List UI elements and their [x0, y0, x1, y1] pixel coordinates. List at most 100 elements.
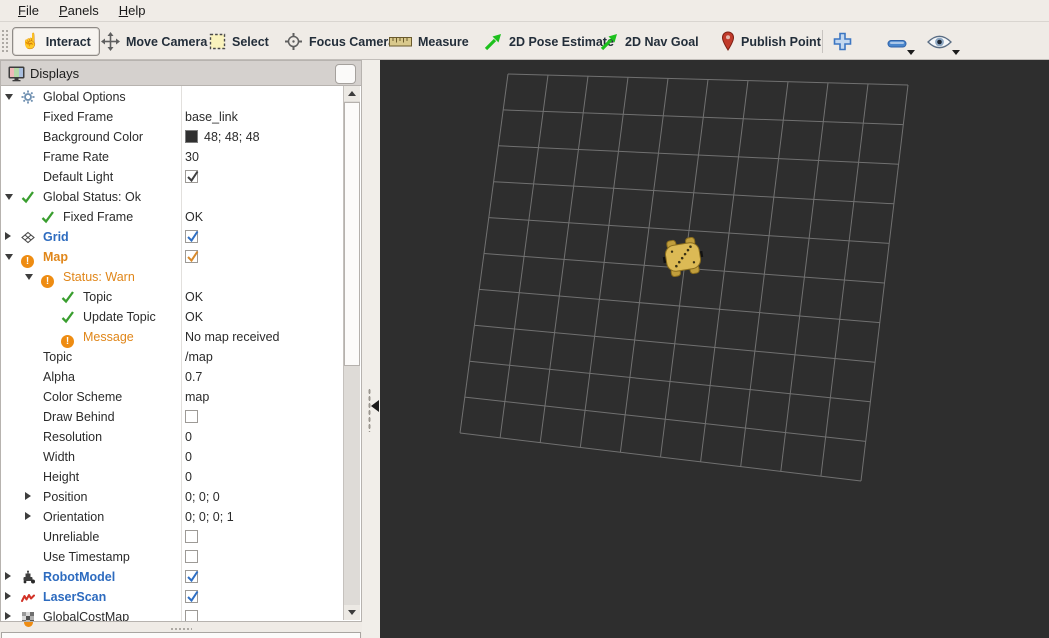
- tree-row-use-timestamp[interactable]: Use Timestamp: [1, 547, 343, 567]
- row-checkbox[interactable]: [185, 250, 199, 263]
- tree-row-background-color[interactable]: Background Color 48; 48; 48: [1, 127, 343, 147]
- tree-row-fixed-frame[interactable]: Fixed Frame OK: [1, 207, 343, 227]
- row-value[interactable]: OK: [185, 287, 203, 307]
- tree-row-status-warn[interactable]: ! Status: Warn: [1, 267, 343, 288]
- color-swatch[interactable]: [185, 130, 198, 143]
- panel-detach-button[interactable]: [335, 64, 356, 84]
- menu-help[interactable]: Help: [109, 1, 156, 21]
- row-checkbox[interactable]: [185, 170, 199, 183]
- tree-row-grid[interactable]: Grid: [1, 227, 343, 247]
- row-value[interactable]: map: [185, 387, 209, 407]
- remove-button[interactable]: [887, 36, 908, 54]
- tree-row-color-scheme[interactable]: Color Scheme map: [1, 387, 343, 407]
- tree-row-alpha[interactable]: Alpha 0.7: [1, 367, 343, 387]
- focus-icon: [284, 32, 303, 51]
- tool-publish-point[interactable]: Publish Point: [712, 27, 830, 56]
- collapse-expander[interactable]: [5, 94, 13, 100]
- scroll-up-button[interactable]: [344, 86, 360, 101]
- row-value[interactable]: 48; 48; 48: [204, 127, 260, 147]
- main-area: Displays Global Options Fixed Frame base_l…: [0, 60, 1049, 638]
- tree-row-robotmodel[interactable]: RobotModel: [1, 567, 343, 587]
- remove-dropdown-caret[interactable]: [907, 50, 915, 55]
- row-value[interactable]: No map received: [185, 327, 280, 347]
- add-button[interactable]: [832, 31, 853, 57]
- row-checkbox[interactable]: [185, 570, 199, 583]
- tree-row-map[interactable]: ! Map: [1, 247, 343, 268]
- tree-row-globalcostmap[interactable]: GlobalCostMap: [1, 607, 343, 621]
- menu-panels[interactable]: Panels: [49, 1, 109, 21]
- tree-row-draw-behind[interactable]: Draw Behind: [1, 407, 343, 427]
- visibility-button[interactable]: [927, 34, 952, 55]
- check-icon: [21, 190, 35, 204]
- tree-row-message[interactable]: ! Message No map received: [1, 327, 343, 348]
- tree-row-frame-rate[interactable]: Frame Rate 30: [1, 147, 343, 167]
- row-label: Frame Rate: [43, 150, 109, 164]
- row-checkbox[interactable]: [185, 410, 198, 423]
- tree-row-global-status-ok[interactable]: Global Status: Ok: [1, 187, 343, 207]
- tree-row-global-options[interactable]: Global Options: [1, 87, 343, 107]
- row-value[interactable]: base_link: [185, 107, 238, 127]
- tree-row-topic[interactable]: Topic/map: [1, 347, 343, 367]
- expand-expander[interactable]: [25, 492, 31, 500]
- vertical-scrollbar[interactable]: [343, 86, 360, 620]
- row-checkbox[interactable]: [185, 550, 198, 563]
- row-value[interactable]: 0: [185, 467, 192, 487]
- tree-row-default-light[interactable]: Default Light: [1, 167, 343, 187]
- row-value[interactable]: OK: [185, 207, 203, 227]
- row-value[interactable]: /map: [185, 347, 213, 367]
- scrollbar-thumb[interactable]: [344, 102, 360, 366]
- tree-row-unreliable[interactable]: Unreliable: [1, 527, 343, 547]
- visibility-dropdown-caret[interactable]: [952, 50, 960, 55]
- row-checkbox[interactable]: [185, 530, 198, 543]
- scroll-down-button[interactable]: [344, 605, 360, 620]
- collapse-arrow-icon[interactable]: [371, 400, 379, 412]
- tree-row-resolution[interactable]: Resolution 0: [1, 427, 343, 447]
- tree-row-width[interactable]: Width 0: [1, 447, 343, 467]
- row-value[interactable]: 30: [185, 147, 199, 167]
- row-label: Fixed Frame: [63, 210, 134, 224]
- 3d-viewport[interactable]: [380, 60, 1049, 638]
- panel-splitter-handle[interactable]: [170, 627, 192, 630]
- row-checkbox[interactable]: [185, 610, 198, 621]
- displays-tree: Global Options Fixed Frame base_link Backgr…: [0, 86, 362, 622]
- measure-icon: [389, 35, 412, 48]
- collapse-expander[interactable]: [5, 194, 13, 200]
- expand-expander[interactable]: [5, 572, 11, 580]
- row-checkbox[interactable]: [185, 590, 199, 603]
- row-label: Status: Warn: [63, 270, 135, 284]
- collapse-expander[interactable]: [25, 274, 33, 280]
- row-value[interactable]: 0; 0; 0: [185, 487, 220, 507]
- row-label: Height: [43, 470, 80, 484]
- row-value[interactable]: OK: [185, 307, 203, 327]
- row-value[interactable]: 0; 0; 0; 1: [185, 507, 234, 527]
- tree-row-update-topic[interactable]: Update Topic OK: [1, 307, 343, 327]
- tool-label: Interact: [45, 34, 91, 49]
- tree-row-orientation[interactable]: Orientation 0; 0; 0; 1: [1, 507, 343, 527]
- dock-splitter[interactable]: [362, 60, 380, 638]
- expand-expander[interactable]: [5, 612, 11, 620]
- tool-label: Select: [232, 34, 269, 49]
- toolbar-drag-handle[interactable]: [1, 29, 8, 53]
- expand-expander[interactable]: [25, 512, 31, 520]
- row-value[interactable]: 0: [185, 427, 192, 447]
- tool-measure[interactable]: Measure: [380, 27, 478, 56]
- menu-file[interactable]: File: [8, 1, 49, 21]
- panel-title: Displays: [30, 65, 80, 81]
- tree-row-topic[interactable]: Topic OK: [1, 287, 343, 307]
- row-checkbox[interactable]: [185, 230, 199, 243]
- row-label: Global Status: Ok: [43, 190, 141, 204]
- tool-move-camera[interactable]: Move Camera: [92, 27, 216, 56]
- tree-row-position[interactable]: Position 0; 0; 0: [1, 487, 343, 507]
- tool-interact[interactable]: ☝ Interact: [12, 27, 100, 56]
- expand-expander[interactable]: [5, 232, 11, 240]
- row-label: Position: [43, 490, 88, 504]
- tree-row-laserscan[interactable]: LaserScan: [1, 587, 343, 607]
- row-value[interactable]: 0: [185, 447, 192, 467]
- expand-expander[interactable]: [5, 592, 11, 600]
- tool-select[interactable]: Select: [200, 27, 278, 56]
- tool-2d-nav-goal[interactable]: 2D Nav Goal: [590, 27, 708, 56]
- tree-row-fixed-frame[interactable]: Fixed Frame base_link: [1, 107, 343, 127]
- collapse-expander[interactable]: [5, 254, 13, 260]
- row-value[interactable]: 0.7: [185, 367, 202, 387]
- tree-row-height[interactable]: Height 0: [1, 467, 343, 487]
